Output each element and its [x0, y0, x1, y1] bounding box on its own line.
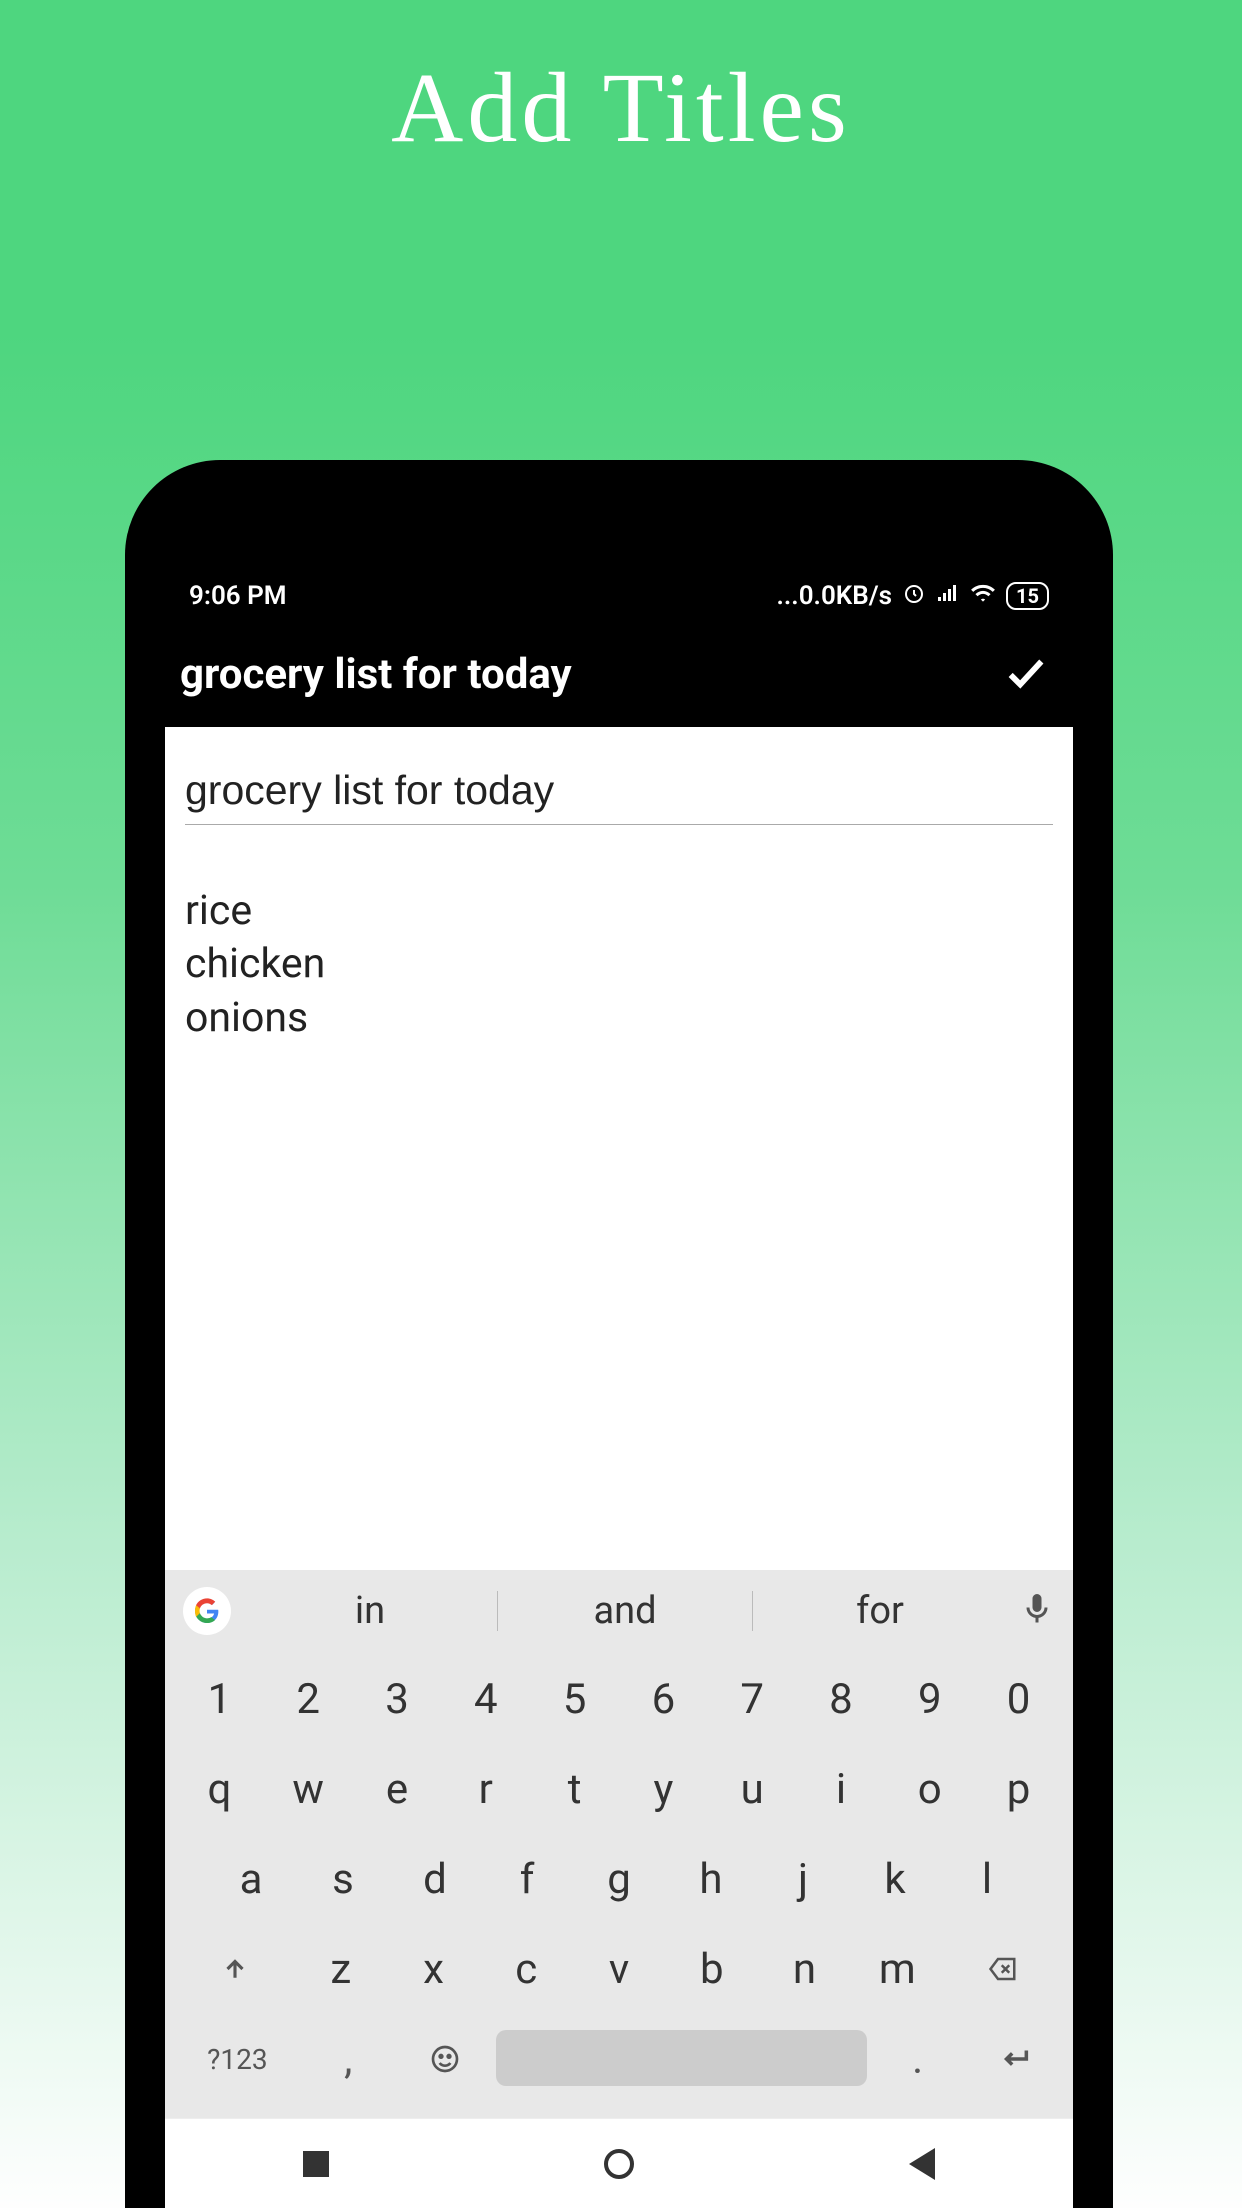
note-line: onions — [185, 992, 1053, 1045]
confirm-button[interactable] — [1003, 650, 1049, 700]
signal-icon — [936, 581, 960, 612]
key-b[interactable]: b — [667, 1930, 756, 2008]
keyboard-row-qwerty: q w e r t y u i o p — [177, 1750, 1061, 1828]
android-nav-bar — [165, 2118, 1073, 2208]
square-icon — [303, 2151, 329, 2177]
key-8[interactable]: 8 — [799, 1660, 884, 1738]
back-button[interactable] — [902, 2144, 942, 2184]
triangle-left-icon — [909, 2148, 935, 2180]
space-key[interactable] — [496, 2030, 868, 2086]
key-3[interactable]: 3 — [355, 1660, 440, 1738]
home-button[interactable] — [599, 2144, 639, 2184]
emoji-icon — [429, 2043, 461, 2075]
key-h[interactable]: h — [667, 1840, 755, 1918]
suggestion-2[interactable]: and — [498, 1589, 752, 1633]
key-j[interactable]: j — [759, 1840, 847, 1918]
note-line: rice — [185, 885, 1053, 938]
mic-icon — [1019, 1591, 1055, 1627]
backspace-icon — [983, 1954, 1023, 1984]
keyboard: in and for 1 2 3 4 5 6 7 — [165, 1570, 1073, 2118]
keyboard-row-numbers: 1 2 3 4 5 6 7 8 9 0 — [177, 1660, 1061, 1738]
keyboard-row-bottom: ?123 , . — [177, 2020, 1061, 2098]
key-x[interactable]: x — [389, 1930, 478, 2008]
wifi-icon — [970, 580, 996, 613]
key-f[interactable]: f — [483, 1840, 571, 1918]
enter-key[interactable] — [968, 2020, 1061, 2098]
key-k[interactable]: k — [851, 1840, 939, 1918]
check-icon — [1003, 650, 1049, 696]
note-editor: rice chicken onions — [165, 727, 1073, 1570]
app-header: grocery list for today — [165, 622, 1073, 727]
key-r[interactable]: r — [443, 1750, 528, 1828]
key-g[interactable]: g — [575, 1840, 663, 1918]
key-z[interactable]: z — [296, 1930, 385, 2008]
key-q[interactable]: q — [177, 1750, 262, 1828]
shift-key[interactable] — [177, 1930, 292, 2008]
key-6[interactable]: 6 — [621, 1660, 706, 1738]
symbols-key[interactable]: ?123 — [177, 2020, 298, 2098]
key-e[interactable]: e — [355, 1750, 440, 1828]
key-9[interactable]: 9 — [887, 1660, 972, 1738]
key-0[interactable]: 0 — [976, 1660, 1061, 1738]
key-l[interactable]: l — [943, 1840, 1031, 1918]
phone-frame: 9:06 PM ...0.0KB/s 15 grocery list for t… — [125, 460, 1113, 2208]
arrow-up-icon — [220, 1954, 250, 1984]
key-i[interactable]: i — [799, 1750, 884, 1828]
status-bar: 9:06 PM ...0.0KB/s 15 — [165, 570, 1073, 622]
note-body-input[interactable]: rice chicken onions — [185, 885, 1053, 1045]
key-n[interactable]: n — [760, 1930, 849, 2008]
key-u[interactable]: u — [710, 1750, 795, 1828]
suggestion-1[interactable]: in — [243, 1589, 497, 1633]
key-m[interactable]: m — [853, 1930, 942, 2008]
recent-apps-button[interactable] — [296, 2144, 336, 2184]
battery-icon: 15 — [1006, 582, 1049, 610]
key-w[interactable]: w — [266, 1750, 351, 1828]
phone-screen: 9:06 PM ...0.0KB/s 15 grocery list for t… — [165, 570, 1073, 2208]
key-s[interactable]: s — [299, 1840, 387, 1918]
backspace-key[interactable] — [946, 1930, 1061, 2008]
key-7[interactable]: 7 — [710, 1660, 795, 1738]
note-line: chicken — [185, 938, 1053, 991]
key-a[interactable]: a — [207, 1840, 295, 1918]
key-o[interactable]: o — [887, 1750, 972, 1828]
key-2[interactable]: 2 — [266, 1660, 351, 1738]
key-4[interactable]: 4 — [443, 1660, 528, 1738]
comma-key[interactable]: , — [302, 2020, 395, 2098]
key-p[interactable]: p — [976, 1750, 1061, 1828]
enter-icon — [998, 2042, 1032, 2076]
note-title-input[interactable] — [185, 767, 1053, 825]
period-key[interactable]: . — [871, 2020, 964, 2098]
key-v[interactable]: v — [575, 1930, 664, 2008]
key-c[interactable]: c — [482, 1930, 571, 2008]
app-header-title: grocery list for today — [180, 650, 572, 699]
google-icon[interactable] — [183, 1587, 231, 1635]
keyboard-row-zxcv: z x c v b n m — [177, 1930, 1061, 2008]
circle-icon — [604, 2149, 634, 2179]
key-1[interactable]: 1 — [177, 1660, 262, 1738]
suggestion-bar: in and for — [165, 1570, 1073, 1652]
key-5[interactable]: 5 — [532, 1660, 617, 1738]
status-data-rate: ...0.0KB/s — [777, 581, 893, 611]
keyboard-row-asdf: a s d f g h j k l — [177, 1840, 1061, 1918]
key-d[interactable]: d — [391, 1840, 479, 1918]
suggestion-3[interactable]: for — [753, 1589, 1007, 1633]
promo-title: Add Titles — [0, 0, 1242, 165]
mic-button[interactable] — [1019, 1591, 1055, 1631]
key-y[interactable]: y — [621, 1750, 706, 1828]
status-time: 9:06 PM — [189, 581, 287, 611]
emoji-key[interactable] — [399, 2020, 492, 2098]
key-t[interactable]: t — [532, 1750, 617, 1828]
alarm-icon — [902, 581, 926, 612]
